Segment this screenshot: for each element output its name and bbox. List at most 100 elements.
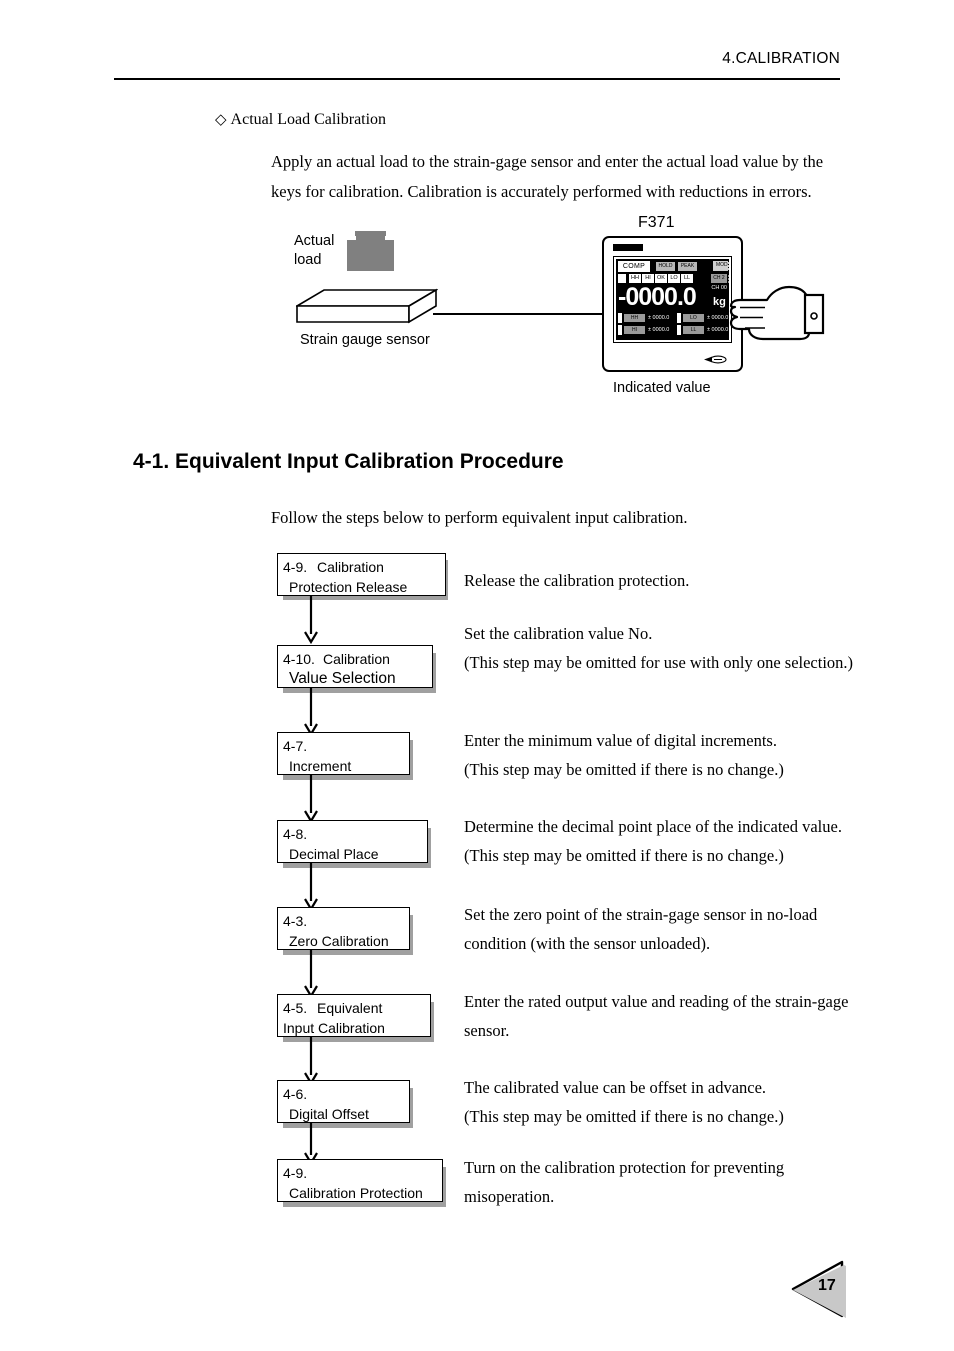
device-screen: COMP HOLD PEAK MODE HHHIOKLOLL CH 2 -000… xyxy=(613,256,732,343)
flow-description-2: Enter the minimum value of digital incre… xyxy=(464,726,854,784)
flow-description-line: Enter the minimum value of digital incre… xyxy=(464,731,784,779)
strain-gauge-sensor-icon xyxy=(296,288,438,324)
device-model-label: F371 xyxy=(638,214,675,231)
lcd-setpoint-ll-name: LL xyxy=(683,326,704,334)
flow-arrow xyxy=(304,775,318,823)
page-number: 17 xyxy=(818,1277,836,1294)
section-heading: 4-1. Equivalent Input Calibration Proced… xyxy=(133,450,564,473)
flow-box-ref: 4-5. xyxy=(283,1000,308,1016)
flow-box-title-line2: Input Calibration xyxy=(283,1020,385,1036)
flow-box-ref: 4-6. xyxy=(283,1086,308,1102)
intro-paragraph: Apply an actual load to the strain-gage … xyxy=(271,152,824,201)
actual-load-label-line1: Actual xyxy=(294,233,335,249)
device-maker-logo-icon xyxy=(704,355,727,364)
flow-description-line: Determine the decimal point place of the… xyxy=(464,817,842,865)
lcd-setpoint-tick-icon xyxy=(677,313,681,323)
flow-description-5: Enter the rated output value and reading… xyxy=(464,992,849,1040)
actual-load-label-line2: load xyxy=(294,252,322,268)
lcd-hold-indicator: HOLD xyxy=(656,262,675,271)
flow-box-title-line2: Digital Offset xyxy=(289,1106,369,1122)
flow-box-title-line2: Calibration Protection xyxy=(289,1185,423,1201)
lcd-flag-ll: LL xyxy=(681,274,693,283)
flow-box-title-line2: Protection Release xyxy=(289,579,408,595)
lcd-flag-ok: OK xyxy=(655,274,667,283)
flow-box-calibration-protection[interactable]: 4-9. Calibration Protection xyxy=(277,1159,443,1202)
flow-box-title-line2: Increment xyxy=(289,758,352,774)
header-rule xyxy=(114,78,840,80)
flow-box-calibration-protection-release[interactable]: 4-9. Calibration Protection Release xyxy=(277,553,446,596)
lcd-status-row: COMP HOLD PEAK MODE xyxy=(618,261,729,272)
flow-description-0: Release the calibration protection. xyxy=(464,571,690,590)
f371-device: COMP HOLD PEAK MODE HHHIOKLOLL CH 2 -000… xyxy=(602,236,743,372)
weight-body-icon xyxy=(347,236,394,271)
indicated-value-label: Indicated value xyxy=(613,380,711,396)
flow-box-calibration-value-selection[interactable]: 4-10. Calibration Value Selection xyxy=(277,645,433,688)
flow-box-zero-calibration[interactable]: 4-3. Zero Calibration xyxy=(277,907,410,950)
flow-box-ref: 4-10. xyxy=(283,651,315,667)
flow-box-ref: 4-9. xyxy=(283,559,308,575)
lcd-flag-hh: HH xyxy=(629,274,641,283)
lcd-setpoint-hh-value: ± 0000.0 xyxy=(648,315,670,321)
page-root: 4.CALIBRATION ◇ Actual Load Calibration A… xyxy=(0,0,954,1351)
flow-box-ref: 4-9. xyxy=(283,1165,308,1181)
flow-box-ref: 4-7. xyxy=(283,738,308,754)
flow-box-ref: 4-8. xyxy=(283,826,308,842)
flow-box-title-line2: Value Selection xyxy=(289,670,396,687)
flow-box-title-line1: Calibration xyxy=(323,651,390,667)
section-intro-line: Follow the steps below to perform equiva… xyxy=(271,508,688,527)
lcd-setpoint-row-1: HH ± 0000.0 LO ± 0000.0 xyxy=(618,313,728,323)
lcd-setpoint-lo-name: LO xyxy=(683,314,704,322)
lcd-setpoint-hi-name: HI xyxy=(624,326,645,334)
weight-notch-left-icon xyxy=(347,236,356,240)
flow-arrow xyxy=(304,1037,318,1085)
lcd-bargraph-icon xyxy=(618,274,626,283)
actual-load-heading-text: Actual Load Calibration xyxy=(230,111,387,128)
lcd-main-value: -0000.0 xyxy=(618,283,697,311)
lcd-setpoint-row-2: HI ± 0000.0 LL ± 0000.0 xyxy=(618,325,729,335)
lcd-setpoint-tick-icon xyxy=(618,313,622,323)
flow-description-4: Set the zero point of the strain-gage se… xyxy=(464,905,818,953)
flow-arrow xyxy=(304,688,318,736)
lcd-flag-hi: HI xyxy=(642,274,654,283)
flow-description-3: Determine the decimal point place of the… xyxy=(464,812,854,870)
flow-box-ref: 4-3. xyxy=(283,913,308,929)
actual-load-heading: ◇ Actual Load Calibration xyxy=(215,110,386,129)
flow-box-title-line2: Decimal Place xyxy=(289,846,379,862)
flow-box-increment[interactable]: 4-7. Increment xyxy=(277,732,410,775)
lcd-channel-readout: CH 00 xyxy=(711,285,727,291)
lcd-unit: kg xyxy=(713,296,726,308)
weight-notch-right-icon xyxy=(385,236,394,240)
lcd-flag-lo: LO xyxy=(668,274,680,283)
chapter-header-title: 4.CALIBRATION xyxy=(722,50,840,67)
flow-description-7: Turn on the calibration protection for p… xyxy=(464,1158,785,1206)
lcd-mode-indicator: MODE xyxy=(713,261,729,271)
page-number-marker: 17 xyxy=(790,1258,850,1320)
lcd-setpoint-ll-value: ± 0000.0 xyxy=(707,327,729,333)
flow-description-line: Set the calibration value No. (This step… xyxy=(464,624,854,672)
flow-box-digital-offset[interactable]: 4-6. Digital Offset xyxy=(277,1080,410,1123)
flow-arrow xyxy=(304,863,318,911)
lcd-setpoint-tick-icon xyxy=(677,325,681,335)
actual-load-label: Actual load xyxy=(294,232,334,270)
flow-box-title-line1: Calibration xyxy=(317,559,384,575)
lcd-flag-row: HH HI OK LO LL CH 2 xyxy=(618,274,729,283)
lcd-setpoint-hh-name: HH xyxy=(624,314,645,322)
flow-description-6: The calibrated value can be offset in ad… xyxy=(464,1073,854,1131)
sensor-cable xyxy=(433,313,605,315)
lcd-setpoint-tick-icon xyxy=(618,325,622,335)
pointing-hand-icon xyxy=(729,285,825,341)
flow-description-line: The calibrated value can be offset in ad… xyxy=(464,1078,784,1126)
lcd-channel-chip: CH 2 xyxy=(711,274,727,283)
device-brand-logo-icon xyxy=(613,244,643,251)
flow-description-1: Set the calibration value No. (This step… xyxy=(464,619,854,677)
lcd-peak-indicator: PEAK xyxy=(678,262,697,271)
lcd-comp-indicator: COMP xyxy=(618,261,650,272)
flow-box-decimal-place[interactable]: 4-8. Decimal Place xyxy=(277,820,428,863)
flow-box-title-line1: Equivalent xyxy=(317,1000,383,1016)
strain-gauge-sensor-label: Strain gauge sensor xyxy=(300,332,430,348)
flow-arrow xyxy=(304,596,318,644)
lcd-panel: COMP HOLD PEAK MODE HHHIOKLOLL CH 2 -000… xyxy=(616,259,729,340)
lcd-setpoint-hi-value: ± 0000.0 xyxy=(648,327,670,333)
flow-box-title-line2: Zero Calibration xyxy=(289,933,389,949)
flow-box-equivalent-input-calibration[interactable]: 4-5. Equivalent Input Calibration xyxy=(277,994,431,1037)
